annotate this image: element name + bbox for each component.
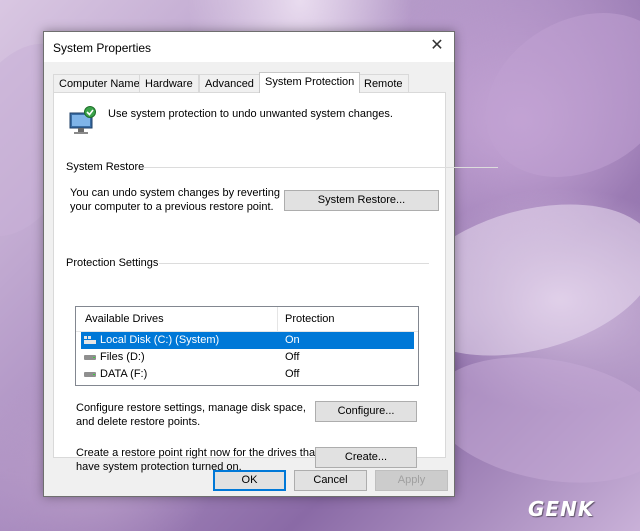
divider — [144, 167, 498, 168]
configure-description: Configure restore settings, manage disk … — [76, 401, 306, 429]
column-header-protection[interactable]: Protection — [285, 313, 335, 325]
drive-row-c[interactable]: Local Disk (C:) (System) On — [81, 332, 414, 349]
drive-name: Local Disk (C:) (System) — [100, 334, 220, 346]
close-icon[interactable]: ✕ — [427, 36, 447, 56]
genk-watermark: GENK — [528, 497, 595, 521]
column-header-drives[interactable]: Available Drives — [85, 313, 164, 325]
system-restore-description: You can undo system changes by reverting… — [70, 186, 280, 214]
drive-protection: Off — [285, 368, 300, 380]
drives-list[interactable]: Available Drives Protection Local Disk (… — [75, 306, 419, 386]
description-line: Create a restore point right now for the… — [76, 447, 319, 459]
protection-settings-title: Protection Settings — [66, 257, 163, 269]
system-restore-button[interactable]: System Restore... — [284, 190, 439, 211]
list-header: Available Drives Protection — [76, 307, 418, 332]
drive-protection: On — [285, 334, 300, 346]
description-line: and delete restore points. — [76, 416, 201, 428]
intro-text: Use system protection to undo unwanted s… — [108, 108, 393, 120]
tab-computer-name[interactable]: Computer Name — [53, 74, 146, 92]
description-line: your computer to a previous restore poin… — [70, 201, 274, 213]
drive-row-f[interactable]: DATA (F:) Off — [76, 366, 416, 383]
tab-system-protection[interactable]: System Protection — [259, 72, 361, 93]
drive-protection: Off — [285, 351, 300, 363]
drive-icon — [84, 372, 96, 377]
drive-name: DATA (F:) — [100, 368, 148, 380]
system-restore-title: System Restore — [66, 161, 149, 173]
tab-remote[interactable]: Remote — [358, 74, 409, 92]
window-title: System Properties — [53, 41, 152, 55]
column-separator[interactable] — [277, 307, 278, 331]
cancel-button[interactable]: Cancel — [294, 470, 367, 491]
tab-advanced[interactable]: Advanced — [199, 74, 260, 92]
system-properties-dialog: System Properties ✕ Computer Name Hardwa… — [43, 31, 498, 497]
apply-button[interactable]: Apply — [375, 470, 448, 491]
system-protection-panel: Use system protection to undo unwanted s… — [53, 92, 498, 473]
drive-row-d[interactable]: Files (D:) Off — [76, 349, 416, 366]
system-protection-icon — [69, 106, 96, 134]
tab-hardware[interactable]: Hardware — [139, 74, 199, 92]
description-line: You can undo system changes by reverting — [70, 187, 280, 199]
drive-icon — [84, 355, 96, 360]
background-petal — [455, 0, 640, 210]
configure-button[interactable]: Configure... — [315, 401, 417, 422]
create-button[interactable]: Create... — [315, 447, 417, 468]
divider — [159, 263, 429, 264]
description-line: Configure restore settings, manage disk … — [76, 402, 306, 414]
drive-name: Files (D:) — [100, 351, 145, 363]
system-drive-icon — [84, 336, 96, 344]
ok-button[interactable]: OK — [213, 470, 286, 491]
title-bar[interactable]: System Properties ✕ — [44, 32, 454, 62]
